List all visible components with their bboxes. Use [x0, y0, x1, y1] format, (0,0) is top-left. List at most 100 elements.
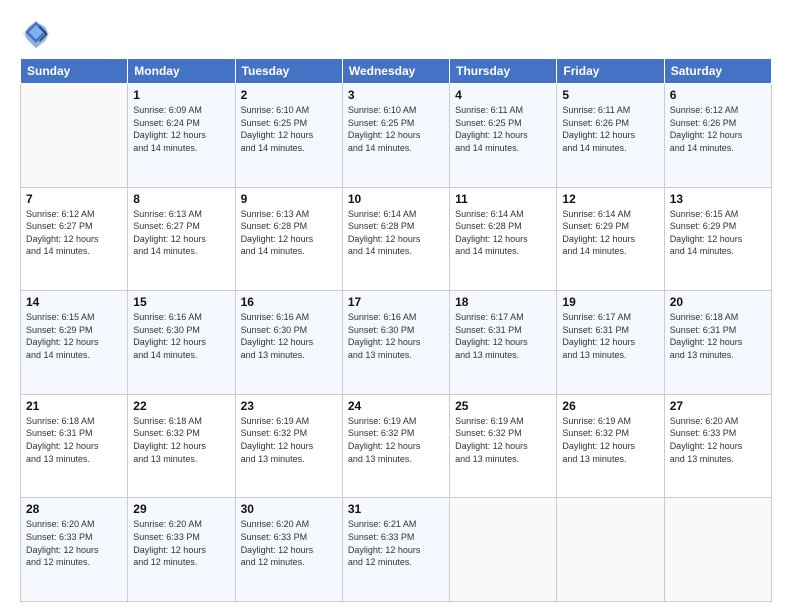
day-number: 3	[348, 88, 444, 102]
day-info: Sunrise: 6:18 AM Sunset: 6:31 PM Dayligh…	[670, 311, 766, 361]
day-number: 20	[670, 295, 766, 309]
day-number: 28	[26, 502, 122, 516]
day-info: Sunrise: 6:13 AM Sunset: 6:27 PM Dayligh…	[133, 208, 229, 258]
day-info: Sunrise: 6:16 AM Sunset: 6:30 PM Dayligh…	[241, 311, 337, 361]
day-number: 21	[26, 399, 122, 413]
calendar-cell: 6 Sunrise: 6:12 AM Sunset: 6:26 PM Daylig…	[664, 84, 771, 188]
calendar-week-5: 28 Sunrise: 6:20 AM Sunset: 6:33 PM Dayli…	[21, 498, 772, 602]
day-number: 26	[562, 399, 658, 413]
day-number: 31	[348, 502, 444, 516]
calendar-cell: 11 Sunrise: 6:14 AM Sunset: 6:28 PM Dayli…	[450, 187, 557, 291]
weekday-header-row: SundayMondayTuesdayWednesdayThursdayFrid…	[21, 59, 772, 84]
day-number: 11	[455, 192, 551, 206]
day-info: Sunrise: 6:11 AM Sunset: 6:25 PM Dayligh…	[455, 104, 551, 154]
day-info: Sunrise: 6:19 AM Sunset: 6:32 PM Dayligh…	[348, 415, 444, 465]
day-info: Sunrise: 6:18 AM Sunset: 6:31 PM Dayligh…	[26, 415, 122, 465]
calendar-header: SundayMondayTuesdayWednesdayThursdayFrid…	[21, 59, 772, 84]
calendar-cell: 23Sunrise: 6:19 AM Sunset: 6:32 PM Dayli…	[235, 394, 342, 498]
day-number: 23	[241, 399, 337, 413]
day-info: Sunrise: 6:09 AM Sunset: 6:24 PM Dayligh…	[133, 104, 229, 154]
weekday-wednesday: Wednesday	[342, 59, 449, 84]
day-number: 15	[133, 295, 229, 309]
day-number: 16	[241, 295, 337, 309]
header	[20, 18, 772, 50]
day-info: Sunrise: 6:12 AM Sunset: 6:26 PM Dayligh…	[670, 104, 766, 154]
calendar-cell: 20 Sunrise: 6:18 AM Sunset: 6:31 PM Dayli…	[664, 291, 771, 395]
day-number: 7	[26, 192, 122, 206]
day-info: Sunrise: 6:20 AM Sunset: 6:33 PM Dayligh…	[26, 518, 122, 568]
day-info: Sunrise: 6:14 AM Sunset: 6:29 PM Dayligh…	[562, 208, 658, 258]
day-number: 5	[562, 88, 658, 102]
calendar-cell: 30 Sunrise: 6:20 AM Sunset: 6:33 PM Dayli…	[235, 498, 342, 602]
day-info: Sunrise: 6:19 AM Sunset: 6:32 PM Dayligh…	[562, 415, 658, 465]
day-number: 10	[348, 192, 444, 206]
calendar-body: 1Sunrise: 6:09 AM Sunset: 6:24 PM Daylig…	[21, 84, 772, 602]
day-info: Sunrise: 6:15 AM Sunset: 6:29 PM Dayligh…	[26, 311, 122, 361]
calendar-cell: 1Sunrise: 6:09 AM Sunset: 6:24 PM Daylig…	[128, 84, 235, 188]
day-number: 2	[241, 88, 337, 102]
day-number: 27	[670, 399, 766, 413]
weekday-thursday: Thursday	[450, 59, 557, 84]
day-info: Sunrise: 6:14 AM Sunset: 6:28 PM Dayligh…	[348, 208, 444, 258]
day-info: Sunrise: 6:16 AM Sunset: 6:30 PM Dayligh…	[348, 311, 444, 361]
calendar-cell: 13Sunrise: 6:15 AM Sunset: 6:29 PM Dayli…	[664, 187, 771, 291]
day-info: Sunrise: 6:10 AM Sunset: 6:25 PM Dayligh…	[348, 104, 444, 154]
calendar-cell: 7 Sunrise: 6:12 AM Sunset: 6:27 PM Daylig…	[21, 187, 128, 291]
day-number: 18	[455, 295, 551, 309]
day-number: 29	[133, 502, 229, 516]
calendar-cell: 12 Sunrise: 6:14 AM Sunset: 6:29 PM Dayli…	[557, 187, 664, 291]
calendar-week-3: 14Sunrise: 6:15 AM Sunset: 6:29 PM Dayli…	[21, 291, 772, 395]
calendar-cell: 17 Sunrise: 6:16 AM Sunset: 6:30 PM Dayli…	[342, 291, 449, 395]
day-number: 12	[562, 192, 658, 206]
calendar-week-2: 7 Sunrise: 6:12 AM Sunset: 6:27 PM Daylig…	[21, 187, 772, 291]
day-number: 24	[348, 399, 444, 413]
calendar-cell: 27Sunrise: 6:20 AM Sunset: 6:33 PM Dayli…	[664, 394, 771, 498]
calendar-cell: 21 Sunrise: 6:18 AM Sunset: 6:31 PM Dayli…	[21, 394, 128, 498]
calendar-cell	[450, 498, 557, 602]
weekday-friday: Friday	[557, 59, 664, 84]
day-info: Sunrise: 6:19 AM Sunset: 6:32 PM Dayligh…	[455, 415, 551, 465]
calendar-cell: 3 Sunrise: 6:10 AM Sunset: 6:25 PM Daylig…	[342, 84, 449, 188]
calendar-cell: 9Sunrise: 6:13 AM Sunset: 6:28 PM Daylig…	[235, 187, 342, 291]
calendar-cell: 19 Sunrise: 6:17 AM Sunset: 6:31 PM Dayli…	[557, 291, 664, 395]
day-info: Sunrise: 6:20 AM Sunset: 6:33 PM Dayligh…	[133, 518, 229, 568]
weekday-sunday: Sunday	[21, 59, 128, 84]
logo	[20, 18, 56, 50]
calendar-week-1: 1Sunrise: 6:09 AM Sunset: 6:24 PM Daylig…	[21, 84, 772, 188]
calendar-cell: 24 Sunrise: 6:19 AM Sunset: 6:32 PM Dayli…	[342, 394, 449, 498]
day-number: 6	[670, 88, 766, 102]
calendar-cell: 28 Sunrise: 6:20 AM Sunset: 6:33 PM Dayli…	[21, 498, 128, 602]
day-info: Sunrise: 6:10 AM Sunset: 6:25 PM Dayligh…	[241, 104, 337, 154]
calendar-cell: 29 Sunrise: 6:20 AM Sunset: 6:33 PM Dayli…	[128, 498, 235, 602]
day-number: 22	[133, 399, 229, 413]
day-info: Sunrise: 6:12 AM Sunset: 6:27 PM Dayligh…	[26, 208, 122, 258]
day-number: 19	[562, 295, 658, 309]
calendar-cell: 16 Sunrise: 6:16 AM Sunset: 6:30 PM Dayli…	[235, 291, 342, 395]
calendar-cell: 8Sunrise: 6:13 AM Sunset: 6:27 PM Daylig…	[128, 187, 235, 291]
day-number: 30	[241, 502, 337, 516]
day-info: Sunrise: 6:17 AM Sunset: 6:31 PM Dayligh…	[455, 311, 551, 361]
day-info: Sunrise: 6:21 AM Sunset: 6:33 PM Dayligh…	[348, 518, 444, 568]
day-number: 13	[670, 192, 766, 206]
calendar-table: SundayMondayTuesdayWednesdayThursdayFrid…	[20, 58, 772, 602]
calendar-cell: 25 Sunrise: 6:19 AM Sunset: 6:32 PM Dayli…	[450, 394, 557, 498]
day-info: Sunrise: 6:20 AM Sunset: 6:33 PM Dayligh…	[241, 518, 337, 568]
calendar-cell: 14Sunrise: 6:15 AM Sunset: 6:29 PM Dayli…	[21, 291, 128, 395]
weekday-saturday: Saturday	[664, 59, 771, 84]
day-info: Sunrise: 6:17 AM Sunset: 6:31 PM Dayligh…	[562, 311, 658, 361]
calendar-cell: 15 Sunrise: 6:16 AM Sunset: 6:30 PM Dayli…	[128, 291, 235, 395]
calendar-cell: 22Sunrise: 6:18 AM Sunset: 6:32 PM Dayli…	[128, 394, 235, 498]
page: SundayMondayTuesdayWednesdayThursdayFrid…	[0, 0, 792, 612]
weekday-monday: Monday	[128, 59, 235, 84]
day-info: Sunrise: 6:11 AM Sunset: 6:26 PM Dayligh…	[562, 104, 658, 154]
day-info: Sunrise: 6:14 AM Sunset: 6:28 PM Dayligh…	[455, 208, 551, 258]
day-number: 4	[455, 88, 551, 102]
calendar-cell: 26 Sunrise: 6:19 AM Sunset: 6:32 PM Dayli…	[557, 394, 664, 498]
calendar-cell: 5 Sunrise: 6:11 AM Sunset: 6:26 PM Daylig…	[557, 84, 664, 188]
day-info: Sunrise: 6:16 AM Sunset: 6:30 PM Dayligh…	[133, 311, 229, 361]
calendar-cell	[557, 498, 664, 602]
day-number: 17	[348, 295, 444, 309]
weekday-tuesday: Tuesday	[235, 59, 342, 84]
day-info: Sunrise: 6:13 AM Sunset: 6:28 PM Dayligh…	[241, 208, 337, 258]
day-number: 25	[455, 399, 551, 413]
